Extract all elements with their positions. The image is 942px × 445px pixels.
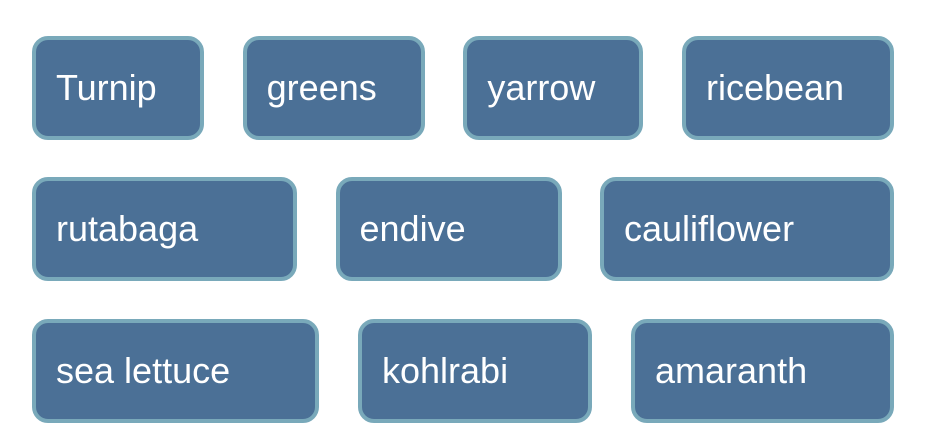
word-tile-label: cauliflower xyxy=(624,208,795,249)
word-tile-label: endive xyxy=(359,208,466,249)
tile-row-3: sea lettuce kohlrabi amaranth xyxy=(32,319,894,423)
word-tile-label: yarrow xyxy=(487,67,596,108)
word-tile-label: greens xyxy=(266,67,377,108)
word-tile-label: rutabaga xyxy=(56,208,199,249)
word-tile-board: Turnip greens yarrow ricebean rutabaga e… xyxy=(0,0,942,445)
word-tile-turnip[interactable]: Turnip xyxy=(32,36,204,140)
word-tile-endive[interactable]: endive xyxy=(335,177,562,281)
tile-row-1: Turnip greens yarrow ricebean xyxy=(32,36,894,140)
word-tile-label: Turnip xyxy=(56,67,157,108)
word-tile-label: ricebean xyxy=(705,67,845,108)
word-tile-amaranth[interactable]: amaranth xyxy=(631,319,894,423)
word-tile-cauliflower[interactable]: cauliflower xyxy=(600,177,894,281)
word-tile-label: sea lettuce xyxy=(56,350,231,391)
word-tile-rutabaga[interactable]: rutabaga xyxy=(32,177,297,281)
word-tile-yarrow[interactable]: yarrow xyxy=(463,36,644,140)
word-tile-kohlrabi[interactable]: kohlrabi xyxy=(358,319,592,423)
word-tile-label: amaranth xyxy=(655,350,808,391)
word-tile-greens[interactable]: greens xyxy=(242,36,425,140)
word-tile-ricebean[interactable]: ricebean xyxy=(681,36,894,140)
word-tile-sea-lettuce[interactable]: sea lettuce xyxy=(32,319,319,423)
tile-row-2: rutabaga endive cauliflower xyxy=(32,177,894,281)
word-tile-label: kohlrabi xyxy=(382,350,509,391)
